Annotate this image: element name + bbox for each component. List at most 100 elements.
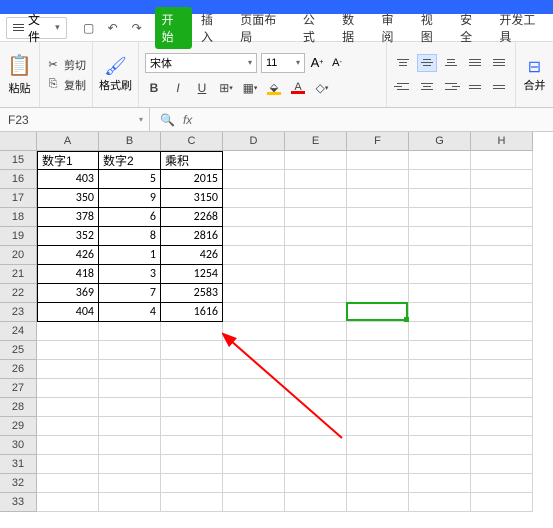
- cell-D20[interactable]: [223, 246, 285, 265]
- align-right-button[interactable]: [441, 78, 461, 96]
- col-header-C[interactable]: C: [161, 132, 223, 151]
- cell-G26[interactable]: [409, 360, 471, 379]
- fill-color-button[interactable]: ⬙: [265, 79, 283, 97]
- align-bottom-button[interactable]: [441, 54, 461, 72]
- cell-F31[interactable]: [347, 455, 409, 474]
- cell-F19[interactable]: [347, 227, 409, 246]
- cell-F29[interactable]: [347, 417, 409, 436]
- cell-D23[interactable]: [223, 303, 285, 322]
- cell-E18[interactable]: [285, 208, 347, 227]
- cell-B16[interactable]: 5: [99, 170, 161, 189]
- cell-F15[interactable]: [347, 151, 409, 170]
- format-painter-group[interactable]: 🖌 格式刷: [93, 42, 139, 107]
- row-header-33[interactable]: 33: [0, 493, 37, 512]
- merge-group[interactable]: ⊟ 合并: [515, 42, 553, 107]
- cell-C26[interactable]: [161, 360, 223, 379]
- cell-F26[interactable]: [347, 360, 409, 379]
- align-left-button[interactable]: [393, 78, 413, 96]
- row-header-24[interactable]: 24: [0, 322, 37, 341]
- cell-H19[interactable]: [471, 227, 533, 246]
- cell-G28[interactable]: [409, 398, 471, 417]
- cell-G22[interactable]: [409, 284, 471, 303]
- cell-E15[interactable]: [285, 151, 347, 170]
- cell-H23[interactable]: [471, 303, 533, 322]
- cell-A20[interactable]: 426: [37, 246, 99, 265]
- cell-C15[interactable]: 乘积: [161, 151, 223, 170]
- cell-A31[interactable]: [37, 455, 99, 474]
- row-header-25[interactable]: 25: [0, 341, 37, 360]
- cell-D16[interactable]: [223, 170, 285, 189]
- cell-G33[interactable]: [409, 493, 471, 512]
- cell-A28[interactable]: [37, 398, 99, 417]
- cell-E30[interactable]: [285, 436, 347, 455]
- cell-A15[interactable]: 数字1: [37, 151, 99, 170]
- cell-E27[interactable]: [285, 379, 347, 398]
- orientation-button[interactable]: [489, 78, 509, 96]
- cell-B21[interactable]: 3: [99, 265, 161, 284]
- cell-F16[interactable]: [347, 170, 409, 189]
- cell-D26[interactable]: [223, 360, 285, 379]
- col-header-B[interactable]: B: [99, 132, 161, 151]
- cell-H16[interactable]: [471, 170, 533, 189]
- cell-H21[interactable]: [471, 265, 533, 284]
- copy-button[interactable]: ⎘复制: [46, 77, 86, 93]
- cell-F24[interactable]: [347, 322, 409, 341]
- cell-H18[interactable]: [471, 208, 533, 227]
- cell-D17[interactable]: [223, 189, 285, 208]
- cell-E16[interactable]: [285, 170, 347, 189]
- cell-E32[interactable]: [285, 474, 347, 493]
- row-header-29[interactable]: 29: [0, 417, 37, 436]
- row-header-28[interactable]: 28: [0, 398, 37, 417]
- cell-B33[interactable]: [99, 493, 161, 512]
- cell-G18[interactable]: [409, 208, 471, 227]
- cell-B30[interactable]: [99, 436, 161, 455]
- cell-E31[interactable]: [285, 455, 347, 474]
- cell-F33[interactable]: [347, 493, 409, 512]
- cell-A25[interactable]: [37, 341, 99, 360]
- cell-H25[interactable]: [471, 341, 533, 360]
- cell-C28[interactable]: [161, 398, 223, 417]
- row-header-20[interactable]: 20: [0, 246, 37, 265]
- cell-E22[interactable]: [285, 284, 347, 303]
- cell-G15[interactable]: [409, 151, 471, 170]
- col-header-F[interactable]: F: [347, 132, 409, 151]
- cell-C27[interactable]: [161, 379, 223, 398]
- decrease-font-icon[interactable]: A-: [329, 55, 345, 71]
- cell-G31[interactable]: [409, 455, 471, 474]
- cell-A22[interactable]: 369: [37, 284, 99, 303]
- cell-H27[interactable]: [471, 379, 533, 398]
- cell-D22[interactable]: [223, 284, 285, 303]
- cell-H15[interactable]: [471, 151, 533, 170]
- cell-E17[interactable]: [285, 189, 347, 208]
- cell-A33[interactable]: [37, 493, 99, 512]
- cell-F18[interactable]: [347, 208, 409, 227]
- cell-B23[interactable]: 4: [99, 303, 161, 322]
- row-header-16[interactable]: 16: [0, 170, 37, 189]
- cell-B20[interactable]: 1: [99, 246, 161, 265]
- cell-C18[interactable]: 2268: [161, 208, 223, 227]
- cell-B17[interactable]: 9: [99, 189, 161, 208]
- cell-C32[interactable]: [161, 474, 223, 493]
- file-menu-button[interactable]: 文件 ▾: [6, 17, 67, 39]
- cell-C33[interactable]: [161, 493, 223, 512]
- cell-D33[interactable]: [223, 493, 285, 512]
- cell-A26[interactable]: [37, 360, 99, 379]
- cell-H32[interactable]: [471, 474, 533, 493]
- save-icon[interactable]: ▢: [81, 20, 97, 36]
- indent-decrease-button[interactable]: [465, 54, 485, 72]
- indent-increase-button[interactable]: [489, 54, 509, 72]
- row-header-27[interactable]: 27: [0, 379, 37, 398]
- cell-A19[interactable]: 352: [37, 227, 99, 246]
- underline-button[interactable]: U: [193, 79, 211, 97]
- cell-A29[interactable]: [37, 417, 99, 436]
- spreadsheet-grid[interactable]: ABCDEFGH15数字1数字2乘积1640352015173509315018…: [0, 132, 553, 512]
- cell-E29[interactable]: [285, 417, 347, 436]
- row-header-17[interactable]: 17: [0, 189, 37, 208]
- cell-A16[interactable]: 403: [37, 170, 99, 189]
- cell-A23[interactable]: 404: [37, 303, 99, 322]
- cell-H22[interactable]: [471, 284, 533, 303]
- cell-A21[interactable]: 418: [37, 265, 99, 284]
- cell-G23[interactable]: [409, 303, 471, 322]
- cell-B22[interactable]: 7: [99, 284, 161, 303]
- cell-B19[interactable]: 8: [99, 227, 161, 246]
